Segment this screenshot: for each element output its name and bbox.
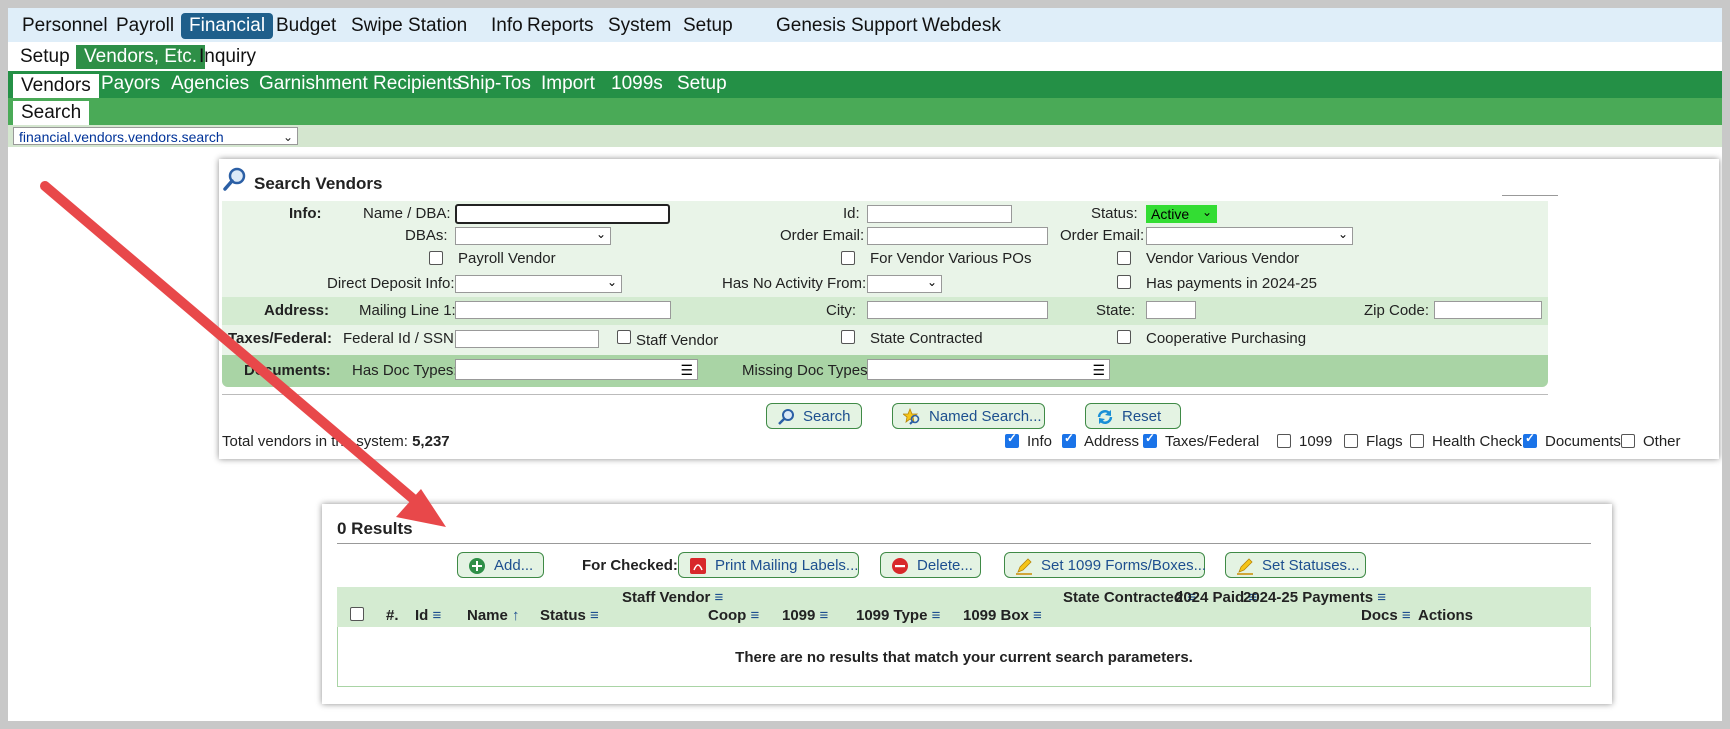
annotation-arrow [40, 181, 446, 527]
app-page: Personnel Payroll Financial Budget Swipe… [8, 8, 1722, 721]
